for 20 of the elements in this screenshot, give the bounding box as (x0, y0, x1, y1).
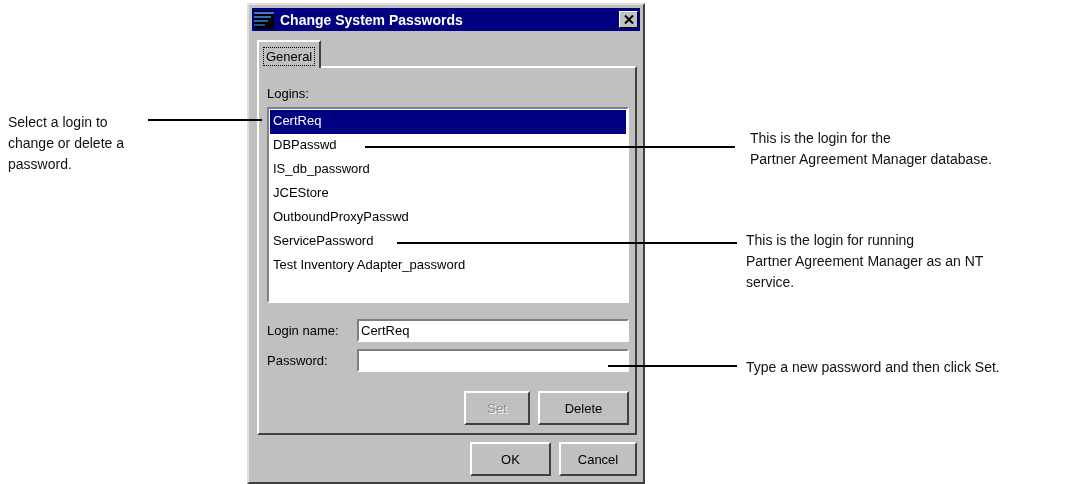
input-field[interactable]: CertReq (357, 319, 629, 342)
window-title: Change System Passwords (280, 11, 464, 28)
list-item[interactable]: Test Inventory Adapter_password (270, 254, 626, 278)
list-item[interactable]: IS_db_password (270, 158, 626, 182)
tab[interactable]: General (257, 40, 322, 68)
list-label: Logins: (267, 86, 310, 101)
list-item[interactable]: ServicePassword (270, 230, 626, 254)
field-label: Password: (267, 353, 329, 368)
list-item[interactable]: JCEStore (270, 182, 626, 206)
callout-text: Type a new password and then click Set. (746, 358, 1000, 377)
list-item[interactable]: OutboundProxyPasswd (270, 206, 626, 230)
callout-text: This is the login for the Partner Agreement Manager database. (750, 129, 993, 169)
button[interactable]: Cancel (559, 442, 637, 476)
list-item[interactable]: CertReq (270, 110, 626, 134)
field-label: Login name: (267, 323, 340, 338)
button[interactable]: Delete (538, 391, 629, 425)
list-item[interactable]: DBPasswd (270, 134, 626, 158)
callout-text: Select a login to change or delete a password. (8, 113, 124, 174)
button[interactable]: OK (470, 442, 551, 476)
callout-text: This is the login for running Partner Agreement Manager as an NT service. (746, 231, 984, 292)
